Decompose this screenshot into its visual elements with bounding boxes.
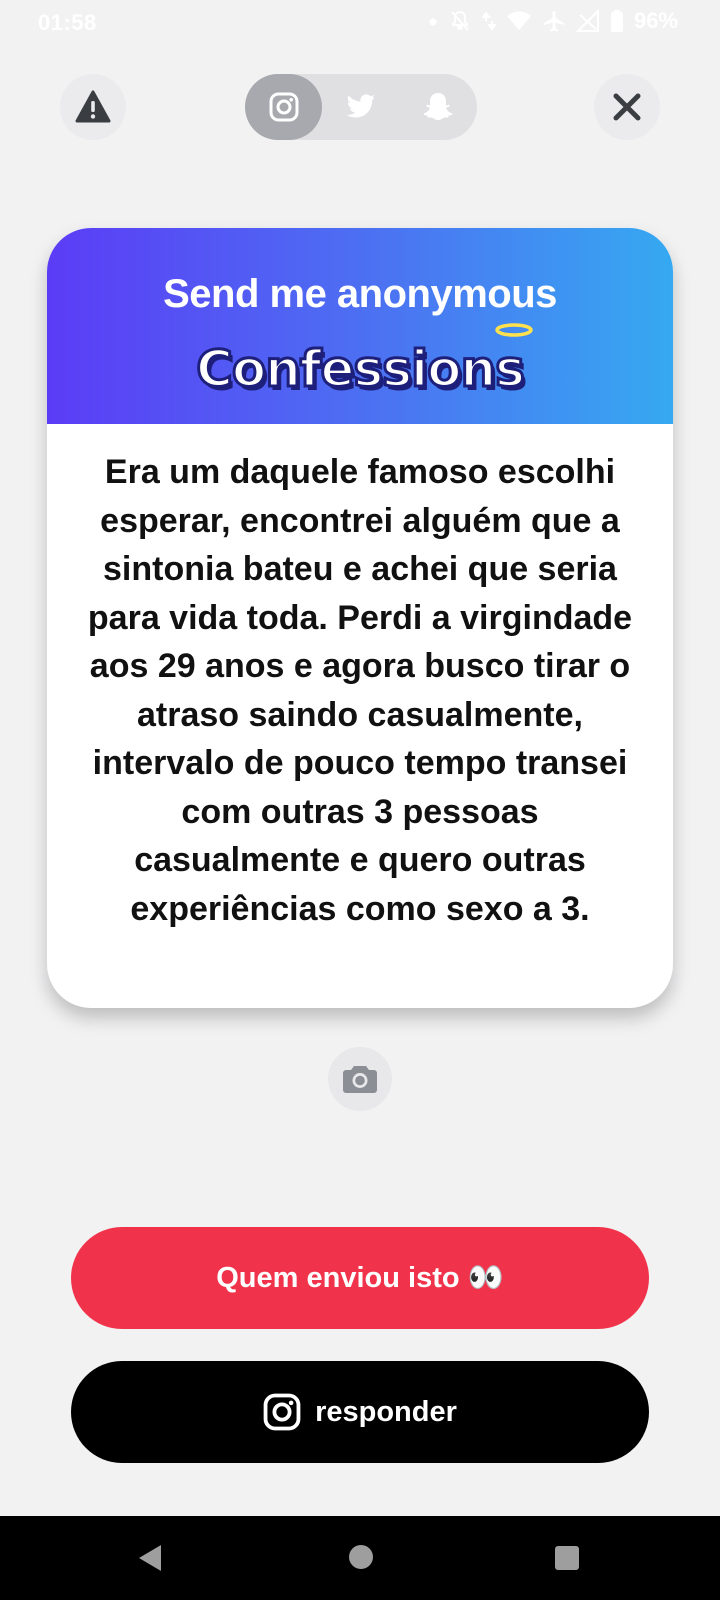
confessions-logo: Confessions (195, 323, 533, 400)
share-twitter-option[interactable] (322, 74, 399, 140)
share-platform-toggle[interactable] (245, 74, 477, 140)
instagram-icon (263, 1393, 301, 1431)
reply-button[interactable]: responder (71, 1361, 649, 1463)
share-instagram-option[interactable] (245, 74, 322, 140)
report-button[interactable] (60, 74, 126, 140)
close-button[interactable] (594, 74, 660, 140)
notifications-off-icon (451, 10, 469, 31)
dot-icon (429, 18, 437, 26)
back-icon[interactable] (136, 1543, 164, 1573)
instagram-icon (269, 92, 298, 122)
confessions-logo-wrap: Confessions (47, 323, 673, 400)
twitter-icon (346, 94, 375, 118)
home-icon[interactable] (348, 1544, 374, 1570)
wifi-icon (506, 11, 531, 30)
confession-message: Era um daquele famoso escolhi esperar, e… (87, 453, 633, 928)
reply-label: responder (315, 1395, 457, 1428)
battery-percentage: 96% (633, 8, 678, 33)
who-sent-label: Quem enviou isto 👀 (216, 1262, 504, 1294)
share-snapchat-option[interactable] (399, 74, 476, 140)
data-arrows-icon (481, 11, 496, 31)
camera-icon (343, 1066, 377, 1093)
who-sent-button[interactable]: Quem enviou isto 👀 (71, 1227, 649, 1329)
battery-icon (610, 10, 623, 32)
close-icon (613, 93, 641, 121)
confession-card: Send me anonymous Confessions Era um daq… (47, 228, 673, 1008)
snapchat-icon (423, 93, 452, 120)
card-title: Send me anonymous (163, 272, 557, 316)
navigation-bar (0, 1516, 720, 1600)
status-bar: 01:58 96% (0, 0, 720, 48)
screenshot-button[interactable] (328, 1047, 392, 1111)
recents-icon[interactable] (554, 1545, 580, 1571)
warning-icon (75, 90, 111, 123)
status-icons: 96% (428, 8, 678, 34)
halo-icon (495, 323, 533, 337)
card-header: Send me anonymous Confessions (47, 228, 673, 424)
no-signal-icon (575, 9, 599, 32)
confessions-logo-text: Confessions (195, 339, 527, 400)
airplane-icon (543, 11, 564, 32)
status-time: 01:58 (38, 10, 97, 35)
